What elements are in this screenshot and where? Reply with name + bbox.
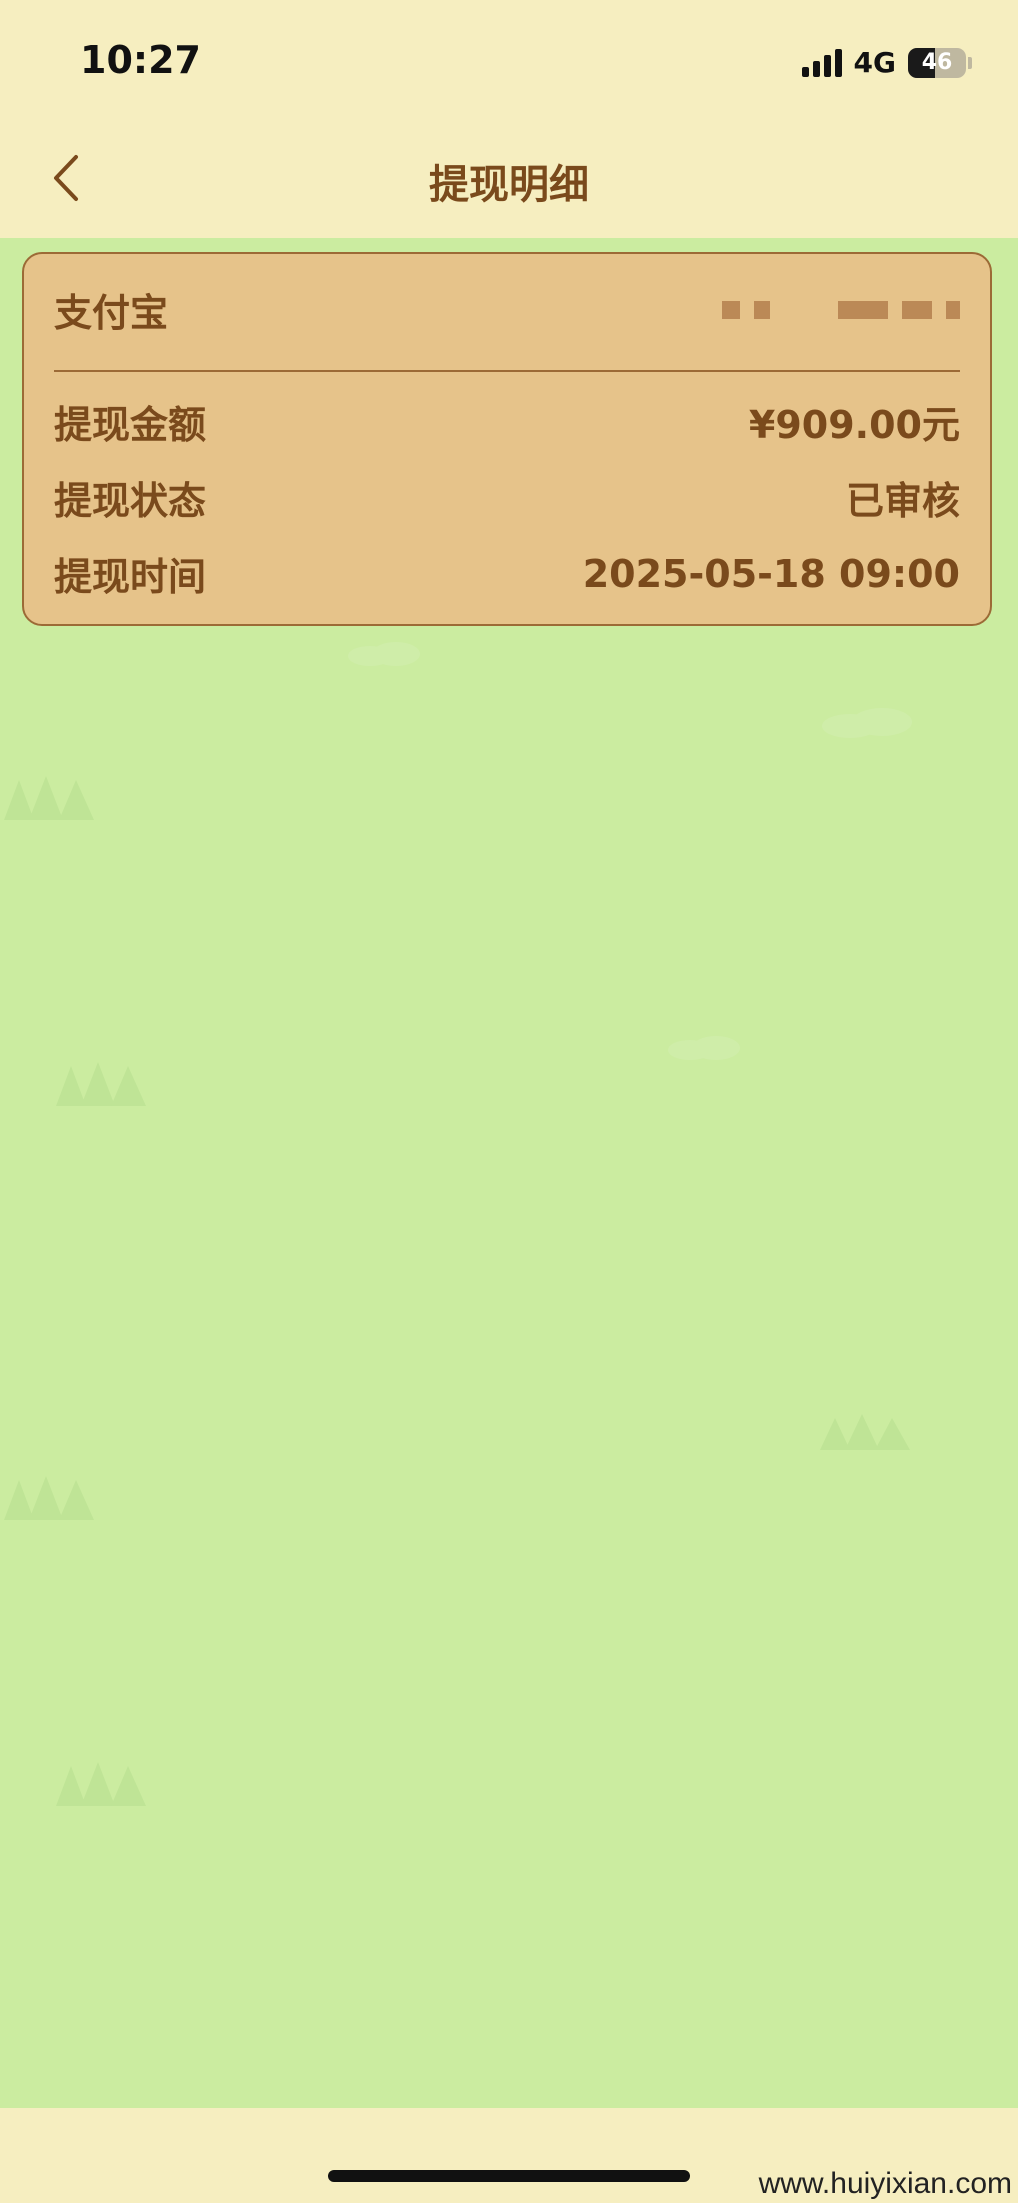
page-title: 提现明细	[429, 162, 589, 208]
cloud-decoration-icon	[668, 1036, 740, 1060]
amount-label: 提现金额	[54, 403, 207, 447]
network-type: 4G	[853, 46, 896, 79]
withdrawal-detail-card: 支付宝 提现金额 ¥909.00元 提现状态 已审核 提现时间 2025-05-…	[22, 252, 992, 626]
nav-bar: 提现明细	[0, 120, 1018, 238]
tree-decoration-icon	[56, 1062, 146, 1106]
tree-decoration-icon	[820, 1414, 910, 1450]
content-area: 支付宝 提现金额 ¥909.00元 提现状态 已审核 提现时间 2025-05-…	[0, 238, 1018, 2108]
battery-icon: 46	[908, 47, 966, 78]
time-row: 提现时间 2025-05-18 09:00	[54, 546, 960, 601]
masked-account-value	[722, 290, 960, 330]
status-bar: 10:27 4G 46	[0, 0, 1018, 120]
time-value: 2025-05-18 09:00	[582, 551, 960, 596]
bottom-bar: www.huiyixian.com	[0, 2108, 1018, 2203]
time-label: 提现时间	[54, 555, 207, 599]
amount-value: ¥909.00元	[748, 403, 960, 447]
battery-percent: 46	[921, 50, 953, 75]
status-label: 提现状态	[54, 479, 207, 523]
tree-decoration-icon	[56, 1762, 146, 1806]
status-row: 提现状态 已审核	[54, 470, 960, 525]
cloud-decoration-icon	[348, 642, 420, 666]
watermark-text: www.huiyixian.com	[758, 2167, 1012, 2200]
account-row: 支付宝	[54, 282, 960, 337]
card-divider	[54, 370, 960, 372]
account-label: 支付宝	[54, 291, 169, 335]
battery-tip	[968, 56, 972, 69]
app-screen: 10:27 4G 46 提现明细 支付宝 提现金额 ¥909.00元 提现状态 …	[0, 0, 1018, 2203]
home-indicator[interactable]	[328, 2170, 690, 2182]
tree-decoration-icon	[4, 776, 94, 820]
status-value: 已审核	[845, 479, 960, 523]
amount-row: 提现金额 ¥909.00元	[54, 394, 960, 449]
status-indicators: 4G 46	[801, 46, 972, 79]
cellular-signal-icon	[801, 48, 842, 77]
cloud-decoration-icon	[822, 708, 912, 738]
status-time: 10:27	[80, 38, 201, 82]
tree-decoration-icon	[4, 1476, 94, 1520]
